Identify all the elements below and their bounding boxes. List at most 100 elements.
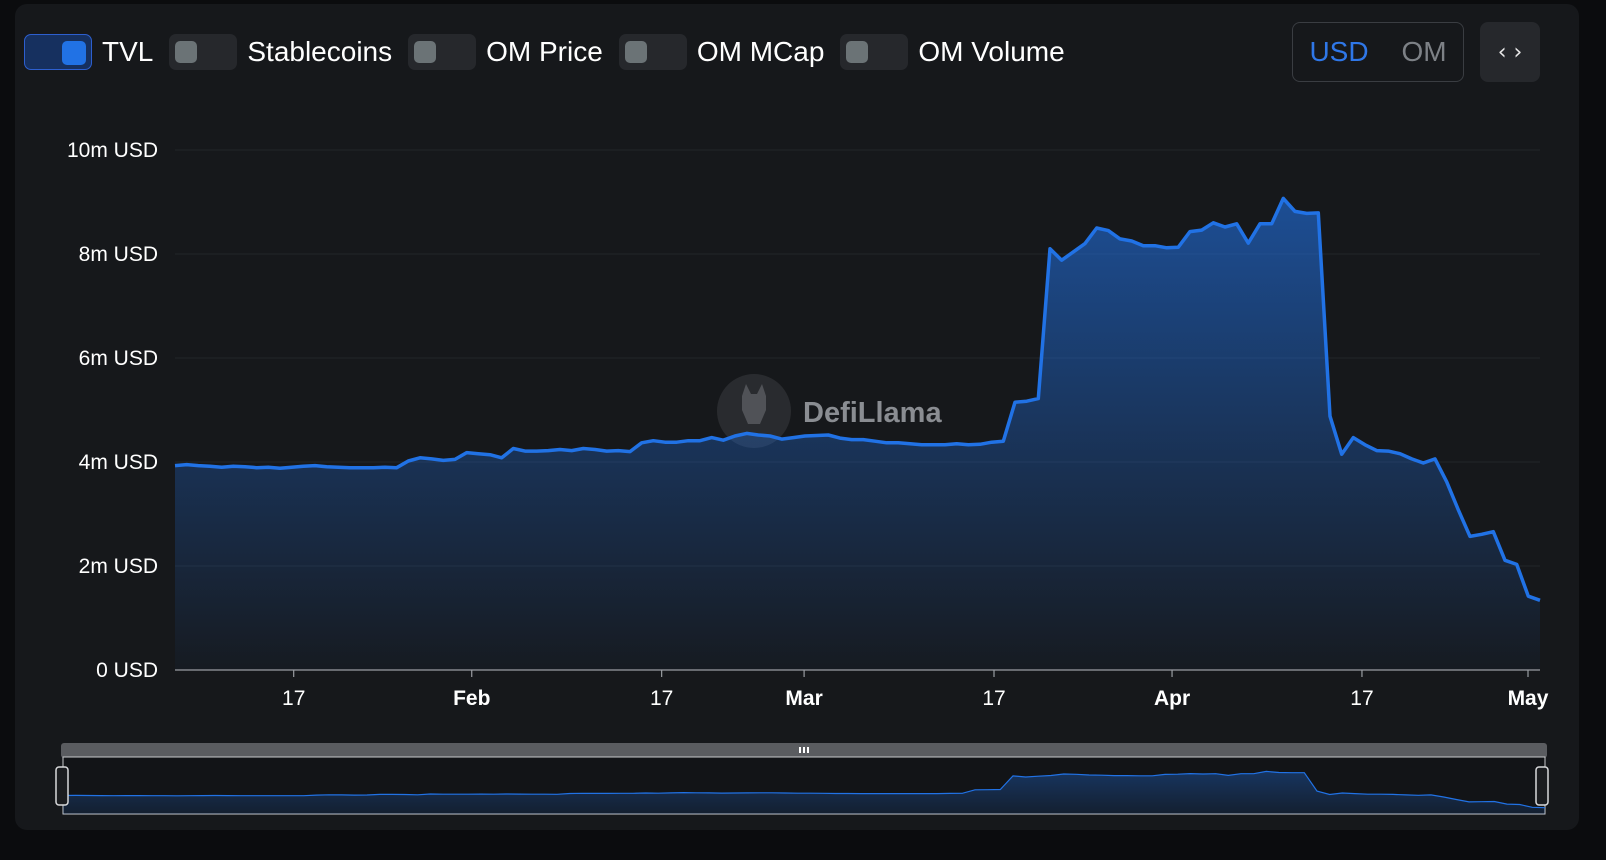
tvl-point (349, 466, 352, 469)
tvl-point (1154, 244, 1157, 247)
tvl-point (1504, 559, 1507, 562)
tvl-point (1037, 397, 1040, 400)
tvl-point (629, 450, 632, 453)
tvl-point (454, 458, 457, 461)
tvl-point (885, 441, 888, 444)
tvl-point (559, 448, 562, 451)
tvl-point (1317, 211, 1320, 214)
x-axis: 17 Feb 17 Mar 17 Apr 17 May (175, 669, 1549, 710)
tvl-point (1072, 250, 1075, 253)
tvl-point (1480, 533, 1483, 536)
tvl-chart: 0 USD 2m USD 4m USD 6m USD 8m USD 10m USD Def… (55, 139, 1549, 815)
tvl-point (1282, 197, 1285, 200)
tvl-point (337, 466, 340, 469)
x-tick-label: May (1508, 687, 1549, 710)
tvl-point (722, 439, 725, 442)
tvl-point (232, 465, 235, 468)
tvl-point (512, 447, 515, 450)
tvl-point (255, 466, 258, 469)
y-tick-label: 0 USD (96, 659, 158, 682)
tvl-point (979, 443, 982, 446)
tvl-point (1130, 240, 1133, 243)
tvl-point (780, 438, 783, 441)
tvl-point (955, 442, 958, 445)
tvl-point (640, 441, 643, 444)
tvl-point (1457, 508, 1460, 511)
tvl-point (1142, 244, 1145, 247)
tvl-point (489, 453, 492, 456)
x-tick-label: 17 (1350, 687, 1373, 710)
tvl-point (325, 465, 328, 468)
tvl-point (407, 460, 410, 463)
tvl-point (1224, 226, 1227, 229)
tvl-point (839, 437, 842, 440)
y-tick-label: 8m USD (79, 243, 158, 266)
tvl-point (769, 435, 772, 438)
tvl-point (185, 463, 188, 466)
tvl-point (1235, 222, 1238, 225)
tvl-point (792, 436, 795, 439)
tvl-point (1387, 450, 1390, 453)
tvl-point (932, 443, 935, 446)
tvl-point (990, 441, 993, 444)
tvl-point (582, 447, 585, 450)
brush-left-handle[interactable] (55, 766, 69, 806)
tvl-point (827, 434, 830, 437)
tvl-point (1305, 212, 1308, 215)
tvl-point (874, 440, 877, 443)
tvl-point (290, 466, 293, 469)
tvl-point (1340, 453, 1343, 456)
tvl-point (267, 466, 270, 469)
tvl-point (1107, 229, 1110, 232)
y-axis: 0 USD 2m USD 4m USD 6m USD 8m USD 10m USD (67, 139, 158, 682)
tvl-point (1189, 230, 1192, 233)
tvl-point (1410, 457, 1413, 460)
tvl-point (1247, 242, 1250, 245)
tvl-point (1177, 246, 1180, 249)
tvl-point (652, 439, 655, 442)
y-tick-label: 6m USD (79, 347, 158, 370)
tvl-point (594, 448, 597, 451)
tvl-point (477, 452, 480, 455)
watermark-text: DefiLlama (803, 397, 942, 429)
tvl-point (1259, 222, 1262, 225)
tvl-point (710, 436, 713, 439)
tvl-point (1492, 530, 1495, 533)
tvl-point (1434, 457, 1437, 460)
y-tick-label: 10m USD (67, 139, 158, 162)
tvl-point (757, 434, 760, 437)
tvl-point (314, 464, 317, 467)
brush-right-handle[interactable] (1535, 766, 1549, 806)
tvl-point (850, 438, 853, 441)
tvl-point (1002, 440, 1005, 443)
tvl-point (1527, 595, 1530, 598)
tvl-point (547, 449, 550, 452)
brush-grip-icon (799, 747, 809, 753)
tvl-point (1014, 401, 1017, 404)
tvl-point (360, 466, 363, 469)
range-brush[interactable] (55, 743, 1549, 815)
tvl-point (1084, 242, 1087, 245)
y-tick-label: 4m USD (79, 451, 158, 474)
x-tick-label: 17 (650, 687, 673, 710)
tvl-point (897, 441, 900, 444)
tvl-point (745, 432, 748, 435)
tvl-point (372, 466, 375, 469)
tvl-point (1539, 599, 1542, 602)
tvl-point (804, 435, 807, 438)
tvl-point (302, 465, 305, 468)
tvl-point (862, 438, 865, 441)
tvl-point (1399, 452, 1402, 455)
tvl-point (1049, 247, 1052, 250)
tvl-point (967, 443, 970, 446)
tvl-point (384, 466, 387, 469)
tvl-point (1212, 221, 1215, 224)
tvl-point (1060, 259, 1063, 262)
tvl-point (1329, 415, 1332, 418)
x-tick-label: Apr (1154, 687, 1190, 710)
x-tick-label: Feb (453, 687, 490, 710)
tvl-point (430, 457, 433, 460)
tvl-point (1364, 443, 1367, 446)
tvl-point (617, 449, 620, 452)
tvl-point (687, 439, 690, 442)
